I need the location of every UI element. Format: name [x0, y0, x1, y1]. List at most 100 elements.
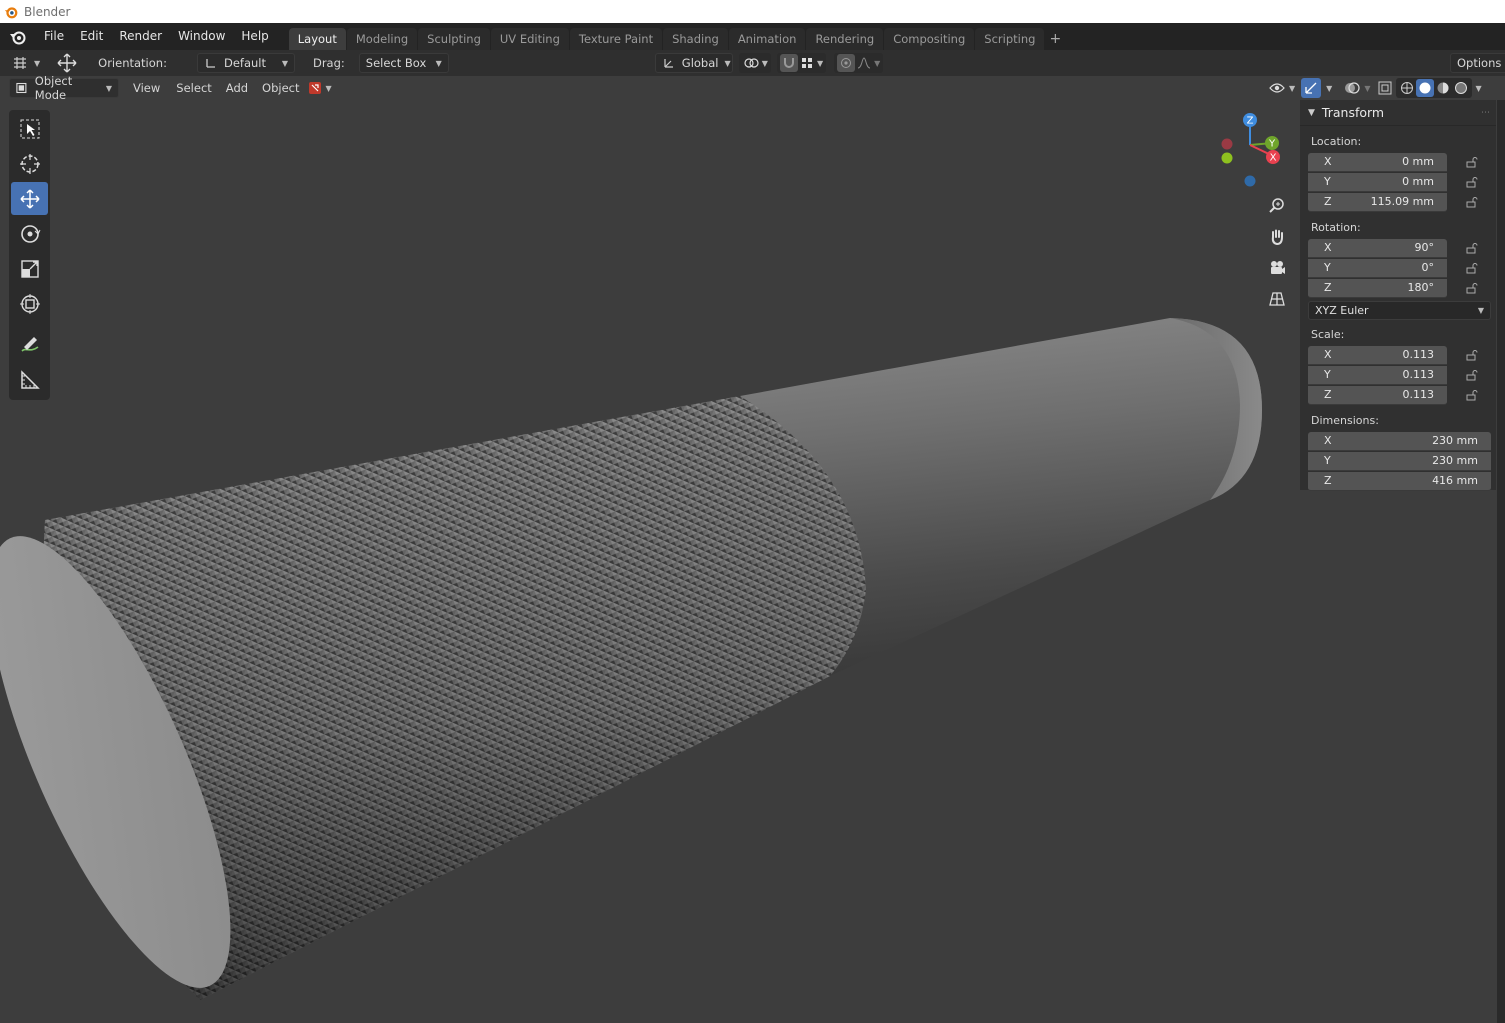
- navigation-gizmo[interactable]: Z Y X: [1210, 110, 1290, 190]
- add-menu[interactable]: Add: [220, 78, 254, 98]
- measure-tool[interactable]: [11, 363, 48, 396]
- rotation-mode-dropdown[interactable]: XYZ Euler ▼: [1308, 301, 1491, 320]
- gizmo-neg-x[interactable]: [1221, 138, 1233, 150]
- rotation-z-field[interactable]: Z 180°: [1308, 278, 1447, 298]
- lock-icon[interactable]: [1465, 241, 1479, 255]
- lock-icon[interactable]: [1465, 175, 1479, 189]
- chevron-down-icon: ▼: [1477, 306, 1484, 315]
- move-tool-icon[interactable]: [50, 53, 84, 73]
- blender-menu-icon[interactable]: [8, 27, 28, 47]
- sidebar-tabs-strip[interactable]: [1497, 100, 1505, 1023]
- snap-toggle-icon[interactable]: [779, 54, 798, 72]
- eye-icon: [1269, 83, 1285, 93]
- gizmo-neg-z[interactable]: [1244, 175, 1256, 187]
- add-workspace-icon[interactable]: +: [1045, 28, 1065, 50]
- select-menu[interactable]: Select: [170, 78, 217, 98]
- dimensions-x-value: 230 mm: [1432, 434, 1478, 447]
- dimensions-y-field[interactable]: Y 230 mm: [1308, 451, 1491, 471]
- tab-rendering[interactable]: Rendering: [806, 28, 884, 50]
- menu-render[interactable]: Render: [111, 23, 170, 50]
- dimensions-z-field[interactable]: Z 416 mm: [1308, 471, 1491, 491]
- rotation-y-field[interactable]: Y 0°: [1308, 258, 1447, 278]
- perspective-toggle-button[interactable]: [1263, 285, 1291, 313]
- tab-uv-editing[interactable]: UV Editing: [490, 28, 569, 50]
- tab-animation[interactable]: Animation: [728, 28, 806, 50]
- tab-layout[interactable]: Layout: [288, 28, 346, 50]
- lock-icon[interactable]: [1465, 281, 1479, 295]
- rendered-shading-icon[interactable]: [1452, 79, 1470, 97]
- lock-icon[interactable]: [1465, 155, 1479, 169]
- lock-icon[interactable]: [1465, 348, 1479, 362]
- drag-value: Select Box: [365, 56, 427, 70]
- pan-button[interactable]: [1263, 223, 1291, 251]
- proportional-edit-icon[interactable]: [837, 54, 856, 72]
- menu-help[interactable]: Help: [233, 23, 276, 50]
- rotate-tool[interactable]: [11, 217, 48, 250]
- move-tool[interactable]: [11, 182, 48, 215]
- orientation-dropdown[interactable]: Default ▼: [196, 53, 295, 73]
- scale-y-field[interactable]: Y 0.113: [1308, 365, 1447, 385]
- menu-edit[interactable]: Edit: [72, 23, 111, 50]
- object-data-dropdown[interactable]: ▼: [306, 78, 334, 98]
- object-menu[interactable]: Object: [256, 78, 305, 98]
- gizmo-neg-y[interactable]: [1221, 152, 1233, 164]
- view-menu[interactable]: View: [127, 78, 166, 98]
- gizmo-toggle[interactable]: ▼: [1299, 78, 1334, 98]
- gizmo-x-label: X: [1270, 153, 1277, 164]
- tab-modeling[interactable]: Modeling: [346, 28, 418, 50]
- menu-window[interactable]: Window: [170, 23, 233, 50]
- lock-icon[interactable]: [1465, 388, 1479, 402]
- pivot-point-icon: [744, 58, 759, 68]
- location-x-field[interactable]: X 0 mm: [1308, 152, 1447, 172]
- lock-icon[interactable]: [1465, 195, 1479, 209]
- pivot-point-dropdown[interactable]: ▼: [738, 53, 771, 73]
- top-bar: File Edit Render Window Help Layout Mode…: [0, 23, 1505, 50]
- collapse-triangle-icon: ▼: [1308, 107, 1315, 118]
- dimensions-y-axis: Y: [1324, 454, 1331, 467]
- dimensions-x-field[interactable]: X 230 mm: [1308, 431, 1491, 451]
- overlays-toggle[interactable]: ▼: [1340, 78, 1374, 98]
- material-shading-icon[interactable]: [1434, 79, 1452, 97]
- annotate-tool[interactable]: [11, 328, 48, 361]
- tab-sculpting[interactable]: Sculpting: [418, 28, 490, 50]
- location-z-field[interactable]: Z 115.09 mm: [1308, 192, 1447, 212]
- scale-tool[interactable]: [11, 252, 48, 285]
- menu-file[interactable]: File: [36, 23, 72, 50]
- rotation-x-field[interactable]: X 90°: [1308, 238, 1447, 258]
- tab-scripting[interactable]: Scripting: [975, 28, 1045, 50]
- transform-icon: [19, 293, 40, 314]
- lock-icon[interactable]: [1465, 368, 1479, 382]
- solid-shading-icon[interactable]: [1416, 79, 1435, 97]
- camera-view-button[interactable]: [1263, 254, 1291, 282]
- orientation-label: Orientation:: [98, 56, 167, 70]
- tab-compositing[interactable]: Compositing: [884, 28, 975, 50]
- options-dropdown[interactable]: Options: [1450, 53, 1505, 73]
- xray-icon: [1378, 81, 1392, 95]
- falloff-icon[interactable]: [855, 54, 873, 72]
- wireframe-shading-icon[interactable]: [1398, 79, 1416, 97]
- cursor-tool[interactable]: [11, 147, 48, 180]
- drag-handle-icon[interactable]: ⋯: [1481, 108, 1490, 118]
- tab-texture-paint[interactable]: Texture Paint: [569, 28, 663, 50]
- mode-dropdown[interactable]: Object Mode ▼: [9, 74, 119, 102]
- transform-orientation-dropdown[interactable]: Global ▼: [654, 53, 733, 73]
- scale-x-field[interactable]: X 0.113: [1308, 345, 1447, 365]
- scale-z-field[interactable]: Z 0.113: [1308, 385, 1447, 405]
- drag-dropdown[interactable]: Select Box ▼: [358, 53, 449, 73]
- transform-tool[interactable]: [11, 287, 48, 320]
- global-orientation-icon: [664, 59, 673, 68]
- overlays-icon: [1345, 82, 1360, 94]
- select-box-tool[interactable]: [11, 112, 48, 145]
- xray-toggle[interactable]: [1374, 78, 1396, 98]
- lock-icon[interactable]: [1465, 261, 1479, 275]
- visibility-dropdown[interactable]: ▼: [1265, 78, 1299, 98]
- zoom-button[interactable]: [1263, 192, 1291, 220]
- editor-type-button[interactable]: ▼: [6, 53, 46, 73]
- transform-sidebar: ▼ Transform ⋯ Location: X 0 mm Y 0 mm Z 115…: [1300, 100, 1496, 491]
- tab-shading[interactable]: Shading: [663, 28, 728, 50]
- transform-panel-header[interactable]: ▼ Transform ⋯: [1300, 100, 1496, 126]
- scale-z-value: 0.113: [1402, 388, 1435, 401]
- location-y-field[interactable]: Y 0 mm: [1308, 172, 1447, 192]
- snap-increment-icon[interactable]: [798, 54, 816, 72]
- mode-value: Object Mode: [34, 74, 73, 102]
